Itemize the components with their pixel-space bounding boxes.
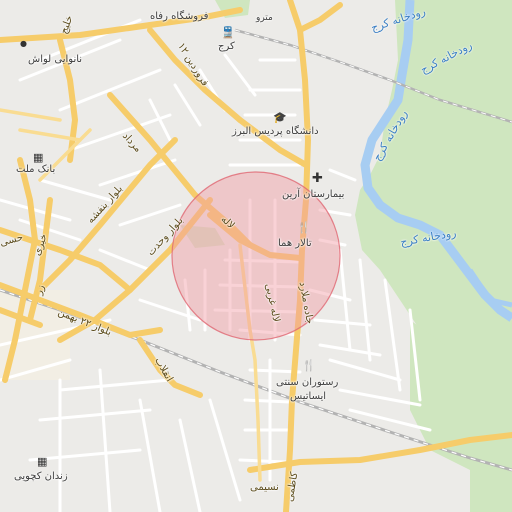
label-kachui-prison[interactable]: زندان کچویی xyxy=(14,472,68,482)
fork-knife-icon[interactable]: 🍴 xyxy=(297,222,311,233)
label-alborz-campus[interactable]: دانشگاه پردیس البرز xyxy=(232,127,319,137)
label-bank-mellat[interactable]: بانک ملت xyxy=(16,165,55,175)
train-icon[interactable]: 🚆 xyxy=(221,27,235,38)
map-canvas[interactable]: 🚆 🎓 ▦ ✚ 🍴 🍴 ▦ ● فروشگاه رفاه کرج مترو نا… xyxy=(0,0,512,512)
label-store-refah[interactable]: فروشگاه رفاه xyxy=(150,12,208,22)
dot-icon[interactable]: ● xyxy=(20,40,27,48)
label-metro: مترو xyxy=(256,13,273,23)
graduation-cap-icon[interactable]: 🎓 xyxy=(273,112,287,123)
label-isatis[interactable]: ایساتیس xyxy=(290,392,326,402)
map-base-layer xyxy=(0,0,512,512)
label-bakery[interactable]: نانوایی لواش xyxy=(28,55,82,65)
label-karaj-station[interactable]: کرج xyxy=(218,42,235,52)
fork-knife-icon[interactable]: 🍴 xyxy=(302,360,316,371)
hospital-cross-icon[interactable]: ✚ xyxy=(312,172,323,185)
bank-icon[interactable]: ▦ xyxy=(33,152,43,163)
label-city-restaurant[interactable]: رستوران سنتی xyxy=(276,378,338,388)
label-road-nasimi: نسیمی xyxy=(250,482,279,493)
label-arian-hospital[interactable]: بیمارستان آرین xyxy=(282,190,344,200)
building-icon[interactable]: ▦ xyxy=(37,456,47,467)
label-homa-hall[interactable]: تالار هما xyxy=(278,239,312,249)
